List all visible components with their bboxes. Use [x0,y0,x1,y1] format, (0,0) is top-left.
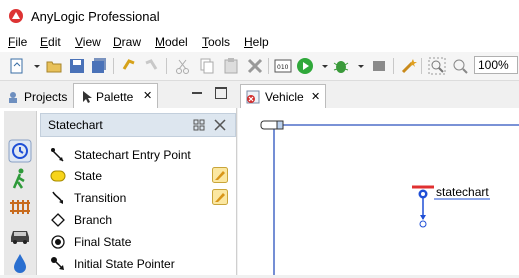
toolbar-separator [268,58,269,74]
run-icon[interactable] [296,57,314,75]
palette-item-label: State [74,169,103,183]
anylogic-logo-icon [8,8,24,24]
agent-presentation-icon [260,120,284,130]
palette-icon [80,90,94,107]
redo-icon[interactable] [142,57,160,75]
wand-icon[interactable] [400,57,418,75]
stop-icon[interactable] [370,57,388,75]
svg-text:010: 010 [277,64,289,71]
menu-help[interactable]: Help [244,35,269,49]
zoom-icon[interactable] [428,57,446,75]
main-toolbar: 010 100% [0,52,519,81]
initial-pointer-icon [50,256,66,272]
palette-item-label: Branch [74,213,113,227]
close-palette-icon[interactable]: ✕ [143,89,152,102]
palette-item-final-state[interactable]: Final State [48,232,233,252]
save-all-icon[interactable] [90,57,108,75]
menu-edit[interactable]: Edit [40,35,61,49]
new-model-icon[interactable] [8,57,26,75]
debug-icon[interactable] [332,57,350,75]
palette-item-branch[interactable]: Branch [48,210,233,230]
copy-icon[interactable] [198,57,216,75]
graphical-editor-canvas[interactable]: statechart [238,108,519,275]
build-icon[interactable]: 010 [274,57,292,75]
menu-draw[interactable]: Draw [113,35,141,49]
debug-dropdown-icon[interactable] [352,57,364,75]
paste-icon[interactable] [222,57,240,75]
grid-view-icon[interactable] [193,119,205,131]
palette-item-statechart-entry-point[interactable]: Statechart Entry Point [48,145,233,165]
maximize-view-icon[interactable] [215,87,227,99]
title-bar: AnyLogic Professional [0,0,519,32]
statechart-category-icon[interactable] [8,139,32,163]
collapse-section-icon[interactable] [213,118,227,132]
rail-category-icon[interactable] [8,195,32,219]
close-editor-icon[interactable]: ✕ [311,90,320,103]
fluid-category-icon[interactable] [8,251,32,275]
projects-icon [6,90,20,107]
statechart-label[interactable]: statechart [436,185,489,199]
statechart-pointer-end [419,220,427,228]
road-traffic-category-icon[interactable] [8,223,32,247]
palette-item-state[interactable]: State [48,166,233,186]
toolbar-separator [113,58,114,74]
statechart-entry-node-core [421,192,425,196]
tab-projects[interactable]: Projects [2,85,70,107]
pedestrian-category-icon[interactable] [8,167,32,191]
agent-type-error-icon [246,90,260,107]
palette-item-transition[interactable]: Transition [48,188,233,208]
save-icon[interactable] [68,57,86,75]
final-state-icon [50,234,66,250]
undo-icon[interactable] [120,57,138,75]
minimize-view-icon[interactable] [192,92,202,94]
transition-icon [50,190,66,206]
palette-item-label: Statechart Entry Point [74,148,191,162]
left-view-tab-strip: Projects Palette ✕ [0,82,236,109]
palette-item-initial-state-pointer[interactable]: Initial State Pointer [48,254,233,274]
menu-tools[interactable]: Tools [202,35,230,49]
palette-item-label: Transition [74,191,127,205]
menu-model[interactable]: Model [155,35,188,49]
menu-view[interactable]: View [75,35,101,49]
palette-item-label: Initial State Pointer [74,257,175,271]
window-title: AnyLogic Professional [31,9,160,24]
delete-icon[interactable] [246,57,264,75]
tab-palette-label: Palette [96,90,134,104]
zoom-level-field[interactable]: 100% [474,56,518,74]
menu-bar: File Edit View Draw Model Tools Help [0,32,519,52]
entry-point-icon [50,147,66,163]
zoom-out-icon[interactable] [451,57,469,75]
edit-pencil-icon[interactable] [212,189,228,205]
toolbar-separator [166,58,167,74]
statechart-pointer-arrow [420,215,426,220]
tab-vehicle-label: Vehicle [265,90,304,104]
cut-icon[interactable] [174,57,192,75]
run-dropdown-icon[interactable] [316,57,328,75]
toolbar-separator [421,58,422,74]
palette-section-title: Statechart [48,118,103,132]
tab-vehicle[interactable]: Vehicle ✕ [240,84,326,108]
tab-projects-label: Projects [24,90,68,104]
palette-category-strip [4,111,37,275]
branch-icon [50,212,66,228]
state-icon [50,168,66,184]
menu-file[interactable]: File [8,35,27,49]
edit-pencil-icon[interactable] [212,167,228,183]
toolbar-separator [393,58,394,74]
open-icon[interactable] [45,57,63,75]
tab-palette[interactable]: Palette ✕ [73,83,158,108]
dropdown-arrow-icon[interactable] [28,57,40,75]
palette-item-label: Final State [74,235,132,249]
